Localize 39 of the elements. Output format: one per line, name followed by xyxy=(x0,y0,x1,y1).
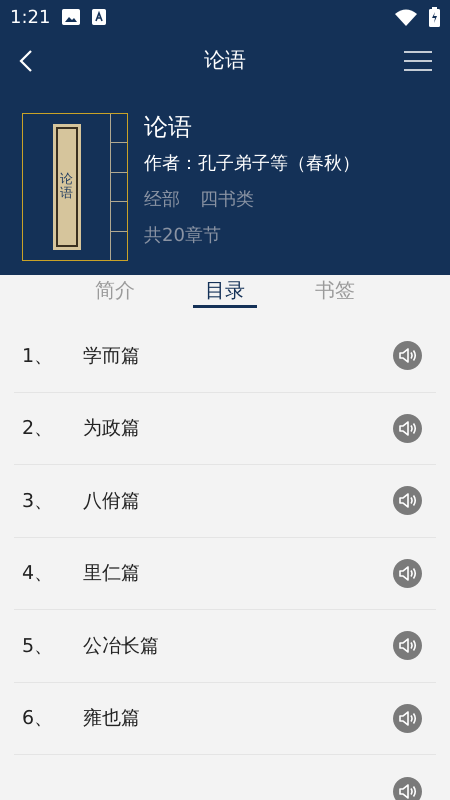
chapter-number: 3、 xyxy=(22,488,54,514)
status-time: 1:21 xyxy=(10,6,50,30)
chapter-number: 2、 xyxy=(22,416,54,441)
chapter-title: 公冶长篇 xyxy=(83,634,160,658)
chapter-title: 里仁篇 xyxy=(83,561,141,586)
speaker-icon[interactable] xyxy=(393,558,422,588)
speaker-icon[interactable] xyxy=(393,486,422,516)
chapter-number: 4、 xyxy=(22,561,54,586)
chapter-number: 6、 xyxy=(22,706,54,731)
page-title: 论语 xyxy=(203,47,247,74)
chapter-title: 学而篇 xyxy=(83,344,141,368)
chapter-number: 1、 xyxy=(22,344,54,368)
cover-label: 论语 xyxy=(60,172,73,202)
chapter-title: 雍也篇 xyxy=(83,706,141,731)
book-title: 论语 xyxy=(144,112,193,143)
chapter-row[interactable]: 2、 为政篇 xyxy=(14,392,436,465)
chapter-number: 5、 xyxy=(22,634,54,658)
chapter-row[interactable]: 5、 公冶长篇 xyxy=(14,610,436,682)
chapter-row[interactable]: 4、 里仁篇 xyxy=(14,538,436,610)
wifi-icon xyxy=(395,8,417,26)
chapter-title: 为政篇 xyxy=(83,416,141,441)
subcategory-label: 四书类 xyxy=(200,188,254,212)
speaker-icon[interactable] xyxy=(393,776,422,800)
font-icon xyxy=(92,9,106,25)
speaker-icon[interactable] xyxy=(393,414,422,443)
chapter-row[interactable]: 1、 学而篇 xyxy=(14,320,436,392)
tab[interactable]: 目录 xyxy=(193,275,257,308)
chapter-row[interactable]: 6、 雍也篇 xyxy=(14,682,436,755)
speaker-icon[interactable] xyxy=(393,631,422,660)
battery-icon xyxy=(429,7,440,27)
speaker-icon[interactable] xyxy=(393,341,422,370)
chapter-count: 共20章节 xyxy=(144,224,222,248)
chapter-row[interactable]: 3、 八佾篇 xyxy=(14,465,436,538)
chapter-title: 八佾篇 xyxy=(83,488,141,514)
image-icon xyxy=(62,9,80,25)
menu-button[interactable] xyxy=(402,51,432,71)
book-author: 作者：孔子弟子等（春秋） xyxy=(144,152,360,176)
category-label: 经部 xyxy=(144,188,180,212)
speaker-icon[interactable] xyxy=(393,704,422,733)
